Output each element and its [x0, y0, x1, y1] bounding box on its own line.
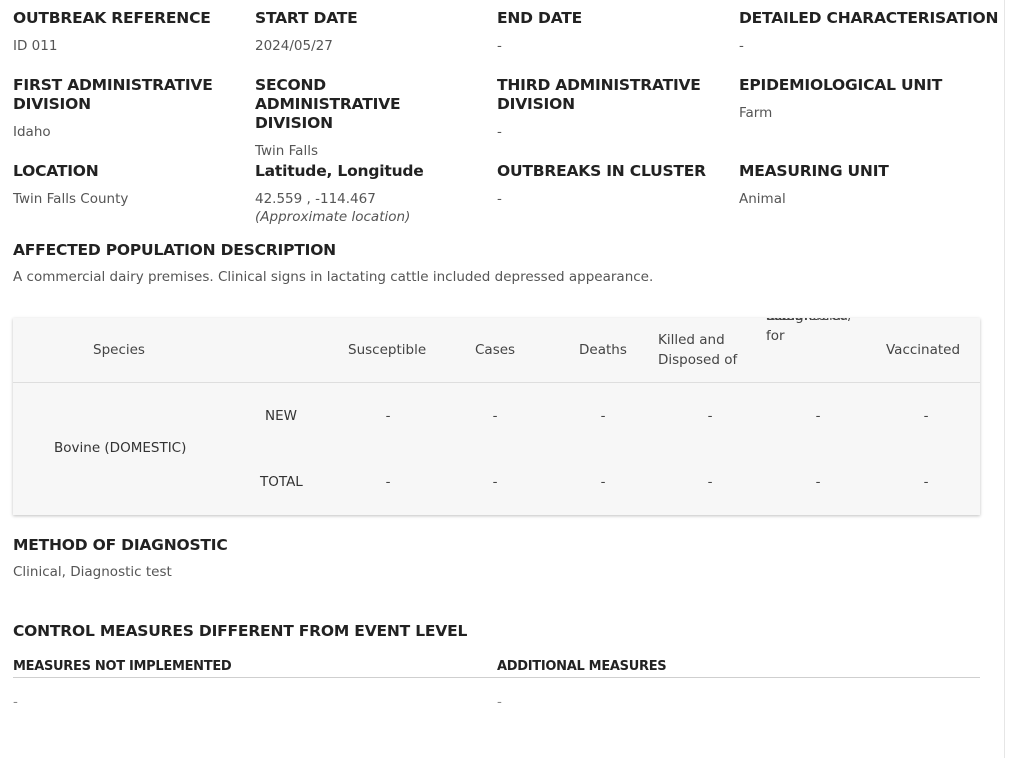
field-value: -	[497, 38, 502, 54]
header-cases: Cases	[475, 342, 516, 358]
field-label: OUTBREAKS IN CLUSTER	[497, 162, 706, 180]
field-start-date: START DATE 2024/05/27	[255, 9, 490, 55]
field-outbreak-reference: OUTBREAK REFERENCE ID 011	[13, 9, 248, 55]
additional-measures-label: ADDITIONAL MEASURES	[497, 659, 667, 674]
field-third-admin-division: THIRD ADMINISTRATIVE DIVISION -	[497, 76, 712, 141]
species-name: Bovine (DOMESTIC)	[54, 440, 187, 456]
header-deaths: Deaths	[579, 342, 627, 358]
cell-total-cases: -	[492, 474, 498, 490]
field-label: DETAILED CHARACTERISATION	[739, 9, 999, 27]
species-table: Species Susceptible Cases Deaths Killed …	[13, 318, 980, 515]
field-end-date: END DATE -	[497, 9, 732, 55]
cell-total-killed: -	[707, 474, 713, 490]
field-measuring-unit: MEASURING UNIT Animal	[739, 162, 974, 208]
cell-new-killed: -	[707, 408, 713, 424]
field-label: MEASURING UNIT	[739, 162, 889, 180]
method-of-diagnostic-value: Clinical, Diagnostic test	[13, 564, 172, 580]
field-value: Twin Falls County	[13, 191, 129, 207]
header-separator	[13, 382, 980, 383]
field-detailed-characterisation: DETAILED CHARACTERISATION -	[739, 9, 999, 55]
row-label-new: NEW	[265, 408, 297, 424]
field-label: START DATE	[255, 9, 358, 27]
field-location: LOCATION Twin Falls County	[13, 162, 248, 208]
field-value: Animal	[739, 191, 786, 207]
field-first-admin-division: FIRST ADMINISTRATIVE DIVISION Idaho	[13, 76, 228, 141]
right-divider	[1004, 0, 1005, 758]
control-measures-title: CONTROL MEASURES DIFFERENT FROM EVENT LE…	[13, 622, 468, 640]
field-value: Farm	[739, 105, 773, 121]
field-value: ID 011	[13, 38, 58, 54]
method-of-diagnostic-title: METHOD OF DIAGNOSTIC	[13, 536, 228, 554]
row-label-total: TOTAL	[260, 474, 303, 490]
field-value: -	[739, 38, 744, 54]
cell-new-susceptible: -	[385, 408, 391, 424]
field-value: 2024/05/27	[255, 38, 333, 54]
cell-new-cases: -	[492, 408, 498, 424]
measures-not-implemented-label: MEASURES NOT IMPLEMENTED	[13, 659, 232, 674]
field-label: END DATE	[497, 9, 583, 27]
field-value: 42.559 , -114.467	[255, 191, 376, 207]
measures-not-implemented-value: -	[13, 694, 18, 710]
affected-population-text: A commercial dairy premises. Clinical si…	[13, 269, 654, 285]
field-label: THIRD ADMINISTRATIVE DIVISION	[497, 76, 701, 113]
field-label: OUTBREAK REFERENCE	[13, 9, 211, 27]
header-killed-disposed: Killed and Disposed of	[658, 330, 737, 370]
header-species: Species	[93, 342, 145, 358]
cell-total-deaths: -	[600, 474, 606, 490]
field-label: FIRST ADMINISTRATIVE DIVISION	[13, 76, 213, 113]
outbreak-details-page: OUTBREAK REFERENCE ID 011 START DATE 202…	[0, 0, 1019, 758]
header-line: use	[766, 318, 790, 326]
field-outbreaks-in-cluster: OUTBREAKS IN CLUSTER -	[497, 162, 732, 208]
field-value: -	[497, 191, 502, 207]
field-second-admin-division: SECOND ADMINISTRATIVE DIVISION Twin Fall…	[255, 76, 470, 160]
measures-divider	[13, 677, 980, 678]
cell-new-vaccinated: -	[923, 408, 929, 424]
header-line: Killed and	[658, 332, 725, 348]
header-line: Disposed of	[658, 352, 738, 368]
field-epidemiological-unit: EPIDEMIOLOGICAL UNIT Farm	[739, 76, 999, 122]
additional-measures-value: -	[497, 694, 502, 710]
approximate-location-note: (Approximate location)	[255, 209, 411, 225]
field-label: EPIDEMIOLOGICAL UNIT	[739, 76, 943, 94]
field-label: Latitude, Longitude	[255, 162, 424, 180]
affected-population-title: AFFECTED POPULATION DESCRIPTION	[13, 241, 336, 259]
field-value: Twin Falls	[255, 143, 318, 159]
field-value: -	[497, 124, 502, 140]
field-lat-long: Latitude, Longitude 42.559 , -114.467 (A…	[255, 162, 490, 226]
field-value: Idaho	[13, 124, 51, 140]
header-vaccinated: Vaccinated	[886, 342, 961, 358]
cell-new-slaughtered: -	[815, 408, 821, 424]
field-label: SECOND ADMINISTRATIVE DIVISION	[255, 76, 401, 132]
cell-new-deaths: -	[600, 408, 606, 424]
header-slaughtered: Slaughtered/ Killed for commercial use	[766, 318, 871, 382]
header-susceptible: Susceptible	[348, 342, 427, 358]
cell-total-vaccinated: -	[923, 474, 929, 490]
cell-total-slaughtered: -	[815, 474, 821, 490]
field-label: LOCATION	[13, 162, 99, 180]
cell-total-susceptible: -	[385, 474, 391, 490]
